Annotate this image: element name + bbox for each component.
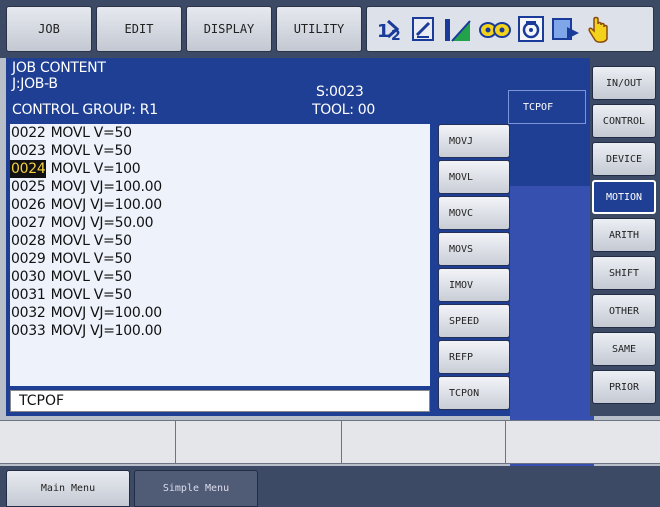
page-title: JOB CONTENT: [12, 60, 106, 76]
teach-mode-icon: [518, 16, 544, 42]
job-line[interactable]: 0026 MOVJ VJ=100.00: [10, 196, 162, 214]
job-menu-button[interactable]: JOB: [6, 6, 92, 52]
instruction-category-menu: IN/OUT CONTROL DEVICE MOTION ARITH SHIFT…: [590, 58, 660, 416]
category-inout-button[interactable]: IN/OUT: [592, 66, 656, 100]
step-number-icon: 1 2: [377, 19, 401, 43]
tool-number: TOOL: 00: [312, 102, 375, 118]
category-arith-button[interactable]: ARITH: [592, 218, 656, 252]
job-line[interactable]: 0022 MOVL V=50: [10, 124, 132, 142]
job-line[interactable]: 0029 MOVL V=50: [10, 250, 132, 268]
edit-lock-icon: [412, 17, 434, 41]
utility-menu-button[interactable]: UTILITY: [276, 6, 362, 52]
instr-movl-button[interactable]: MOVL: [438, 160, 510, 194]
display-menu-button[interactable]: DISPLAY: [186, 6, 272, 52]
job-line[interactable]: 0025 MOVJ VJ=100.00: [10, 178, 162, 196]
job-lines-list[interactable]: 0022 MOVL V=50 0023 MOVL V=50 0024 MOVL …: [10, 124, 430, 386]
instr-movs-button[interactable]: MOVS: [438, 232, 510, 266]
svg-text:2: 2: [391, 28, 401, 43]
job-line[interactable]: 0031 MOVL V=50: [10, 286, 132, 304]
instr-refp-button[interactable]: REFP: [438, 340, 510, 374]
control-group: CONTROL GROUP: R1: [12, 102, 158, 118]
job-line[interactable]: 0032 MOVJ VJ=100.00: [10, 304, 162, 322]
input-buffer-line[interactable]: TCPOF: [10, 390, 430, 412]
hand-icon: [588, 16, 608, 43]
instr-tcpon-button[interactable]: TCPON: [438, 376, 510, 410]
function-key-2[interactable]: [176, 421, 342, 463]
svg-text:1: 1: [377, 21, 390, 42]
category-prior-button[interactable]: PRIOR: [592, 370, 656, 404]
instr-speed-button[interactable]: SPEED: [438, 304, 510, 338]
function-key-1[interactable]: [0, 421, 176, 463]
category-control-button[interactable]: CONTROL: [592, 104, 656, 138]
instr-imov-button[interactable]: IMOV: [438, 268, 510, 302]
category-device-button[interactable]: DEVICE: [592, 142, 656, 176]
function-key-bar: [0, 420, 660, 464]
job-content-panel: JOB CONTENT J:JOB-B S:0023 CONTROL GROUP…: [6, 58, 594, 472]
play-icon: [552, 18, 579, 40]
category-motion-button[interactable]: MOTION: [592, 180, 656, 214]
job-name: J:JOB-B: [12, 76, 58, 92]
category-same-button[interactable]: SAME: [592, 332, 656, 366]
job-header: JOB CONTENT J:JOB-B S:0023 CONTROL GROUP…: [6, 58, 428, 124]
job-line-current[interactable]: 0024 MOVL V=100: [10, 160, 141, 178]
instr-movj-button[interactable]: MOVJ: [438, 124, 510, 158]
edit-menu-button[interactable]: EDIT: [96, 6, 182, 52]
glasses-icon: [479, 22, 511, 38]
instr-movc-button[interactable]: MOVC: [438, 196, 510, 230]
bottom-menu-bar: Main Menu Simple Menu: [0, 466, 660, 507]
job-line[interactable]: 0028 MOVL V=50: [10, 232, 132, 250]
job-line[interactable]: 0030 MOVL V=50: [10, 268, 132, 286]
step-number: S:0023: [316, 84, 364, 100]
instr-tcpof-button[interactable]: TCPOF: [508, 90, 586, 124]
status-icon-strip: 1 2: [366, 6, 654, 52]
function-key-4[interactable]: [506, 421, 660, 463]
category-shift-button[interactable]: SHIFT: [592, 256, 656, 290]
function-key-3[interactable]: [342, 421, 506, 463]
signal-level-icon: [445, 19, 471, 42]
job-line[interactable]: 0023 MOVL V=50: [10, 142, 132, 160]
cursor-line-number: 0024: [10, 160, 47, 178]
category-other-button[interactable]: OTHER: [592, 294, 656, 328]
simple-menu-button[interactable]: Simple Menu: [134, 470, 258, 507]
job-line[interactable]: 0033 MOVJ VJ=100.00: [10, 322, 162, 340]
top-menu-bar: JOB EDIT DISPLAY UTILITY 1 2: [0, 0, 660, 58]
job-line[interactable]: 0027 MOVJ VJ=50.00: [10, 214, 154, 232]
main-menu-button[interactable]: Main Menu: [6, 470, 130, 507]
